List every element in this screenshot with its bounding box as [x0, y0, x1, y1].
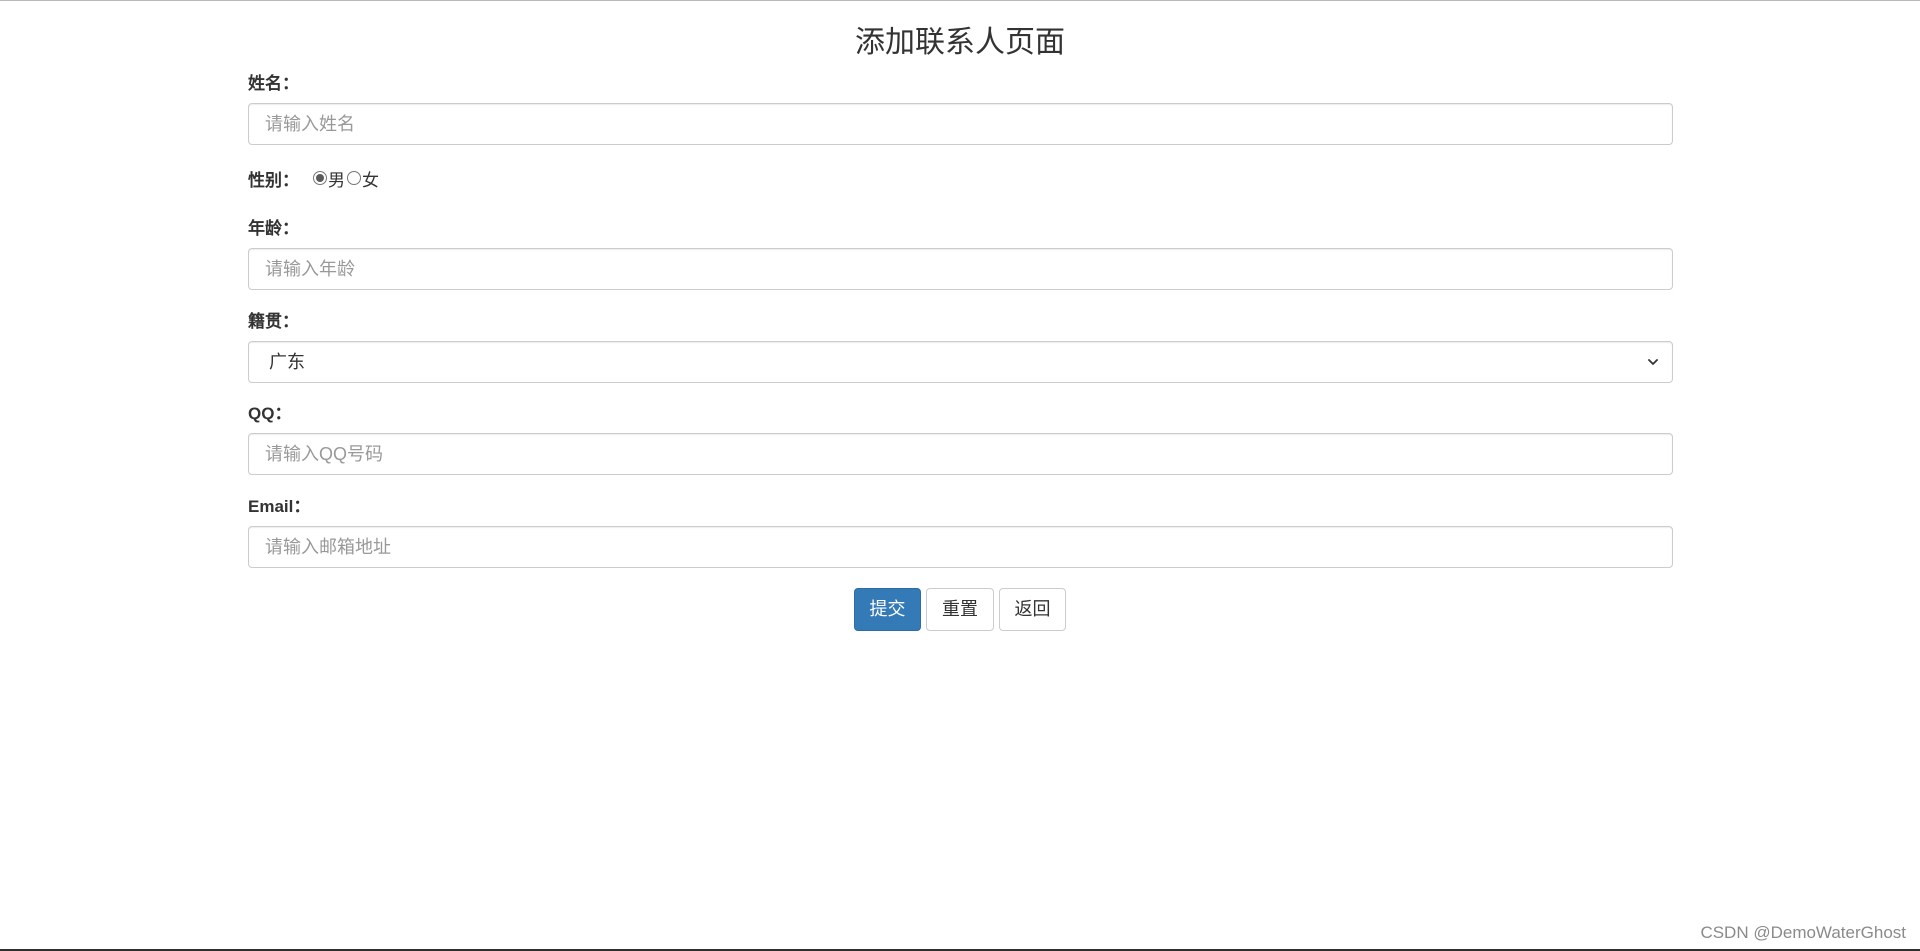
gender-female-radio[interactable] — [347, 171, 361, 185]
email-input[interactable] — [248, 526, 1673, 568]
hometown-label: 籍贯： — [248, 312, 299, 331]
qq-input[interactable] — [248, 433, 1673, 475]
reset-button[interactable]: 重置 — [926, 588, 994, 631]
hometown-select[interactable]: 广东 — [248, 341, 1673, 383]
gender-male-radio[interactable] — [313, 171, 327, 185]
name-input[interactable] — [248, 103, 1673, 145]
name-label: 姓名： — [248, 74, 299, 93]
gender-label: 性别： — [248, 170, 299, 190]
gender-male-label: 男 — [328, 170, 345, 190]
top-divider — [0, 0, 1920, 1]
qq-label: QQ： — [248, 404, 292, 423]
age-input[interactable] — [248, 248, 1673, 290]
gender-group: 性别： 男 女 — [248, 166, 381, 190]
back-button[interactable]: 返回 — [999, 588, 1066, 631]
chevron-down-icon — [1648, 359, 1658, 365]
watermark: CSDN @DemoWaterGhost — [1700, 923, 1906, 942]
gender-female-label: 女 — [362, 170, 379, 190]
age-label: 年龄： — [248, 219, 299, 238]
email-label: Email： — [248, 497, 311, 516]
hometown-selected-value: 广东 — [269, 352, 305, 372]
submit-button[interactable]: 提交 — [854, 588, 921, 631]
page-title: 添加联系人页面 — [855, 26, 1065, 59]
